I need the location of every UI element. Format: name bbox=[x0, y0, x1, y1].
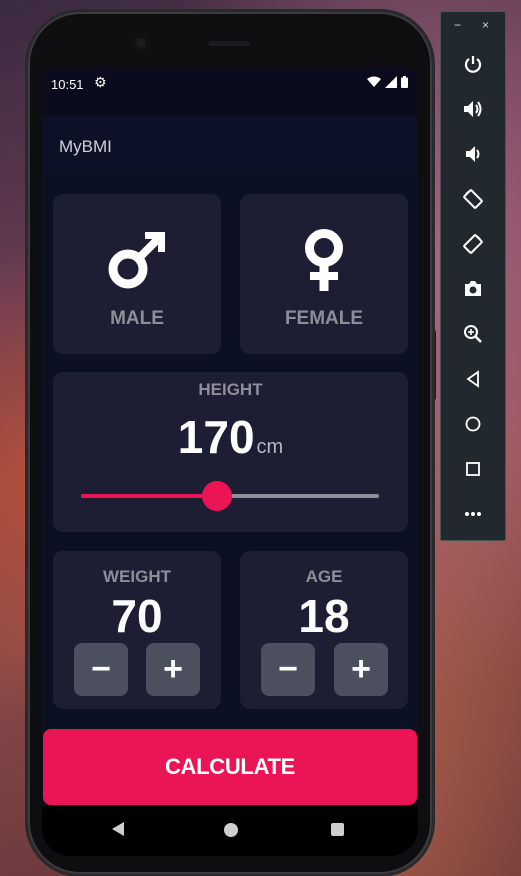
height-slider-fill bbox=[81, 494, 217, 498]
gear-icon: ⚙ bbox=[94, 74, 107, 90]
volume-up-icon[interactable] bbox=[441, 94, 505, 124]
phone-screen: 10:51 ⚙ MyBMI MALE FEMALE HEIGHT 170 cm … bbox=[42, 68, 418, 856]
rotate-right-icon[interactable] bbox=[441, 229, 505, 259]
venus-icon bbox=[305, 229, 343, 291]
male-card[interactable]: MALE bbox=[53, 194, 221, 354]
navigation-bar bbox=[42, 806, 418, 856]
overview-icon[interactable] bbox=[441, 454, 505, 484]
app-title: MyBMI bbox=[59, 137, 112, 156]
weight-value: 70 bbox=[111, 590, 163, 642]
signal-icon bbox=[385, 76, 397, 88]
age-card: AGE 18 − + bbox=[240, 551, 408, 709]
height-slider[interactable] bbox=[81, 481, 379, 511]
battery-icon bbox=[401, 76, 408, 88]
height-readout: 170 cm bbox=[53, 410, 408, 464]
height-unit: cm bbox=[256, 436, 284, 458]
app-content: MyBMI MALE FEMALE HEIGHT 170 cm WEIGHT 7… bbox=[42, 116, 418, 806]
status-bar: 10:51 ⚙ bbox=[42, 68, 418, 104]
age-increment-button[interactable]: + bbox=[334, 643, 388, 696]
weight-label: WEIGHT bbox=[103, 567, 171, 586]
height-card: HEIGHT 170 cm bbox=[53, 372, 408, 532]
power-icon[interactable] bbox=[441, 49, 505, 79]
height-label: HEIGHT bbox=[198, 380, 263, 399]
female-label: FEMALE bbox=[284, 308, 364, 329]
home-icon[interactable] bbox=[441, 409, 505, 439]
wifi-icon bbox=[367, 76, 381, 87]
female-card[interactable]: FEMALE bbox=[240, 194, 408, 354]
age-decrement-button[interactable]: − bbox=[261, 643, 315, 696]
male-label: MALE bbox=[110, 308, 164, 329]
app-bar: MyBMI bbox=[42, 116, 418, 174]
status-icons bbox=[367, 76, 408, 88]
back-icon[interactable] bbox=[441, 364, 505, 394]
zoom-icon[interactable] bbox=[441, 319, 505, 349]
calculate-button[interactable]: CALCULATE bbox=[43, 729, 417, 805]
height-slider-thumb[interactable] bbox=[201, 481, 232, 511]
weight-increment-button[interactable]: + bbox=[146, 643, 200, 696]
camera-icon[interactable] bbox=[441, 274, 505, 304]
height-value: 170 bbox=[177, 411, 255, 463]
phone-frame: 10:51 ⚙ MyBMI MALE FEMALE HEIGHT 170 cm … bbox=[28, 12, 432, 874]
age-value: 18 bbox=[298, 590, 350, 642]
recents-icon[interactable] bbox=[331, 823, 344, 836]
emulator-toolbar: − × bbox=[440, 11, 506, 541]
close-button[interactable]: × bbox=[482, 18, 489, 32]
mars-icon bbox=[108, 232, 165, 289]
minimize-button[interactable]: − bbox=[454, 18, 461, 32]
earpiece-speaker bbox=[208, 41, 250, 46]
back-icon[interactable] bbox=[112, 822, 124, 836]
more-icon[interactable] bbox=[441, 499, 505, 529]
home-icon[interactable] bbox=[224, 823, 238, 837]
status-time: 10:51 bbox=[51, 77, 84, 92]
front-camera bbox=[132, 34, 150, 52]
rotate-left-icon[interactable] bbox=[441, 184, 505, 214]
age-label: AGE bbox=[305, 567, 343, 586]
volume-down-icon[interactable] bbox=[441, 139, 505, 169]
weight-decrement-button[interactable]: − bbox=[74, 643, 128, 696]
weight-card: WEIGHT 70 − + bbox=[53, 551, 221, 709]
